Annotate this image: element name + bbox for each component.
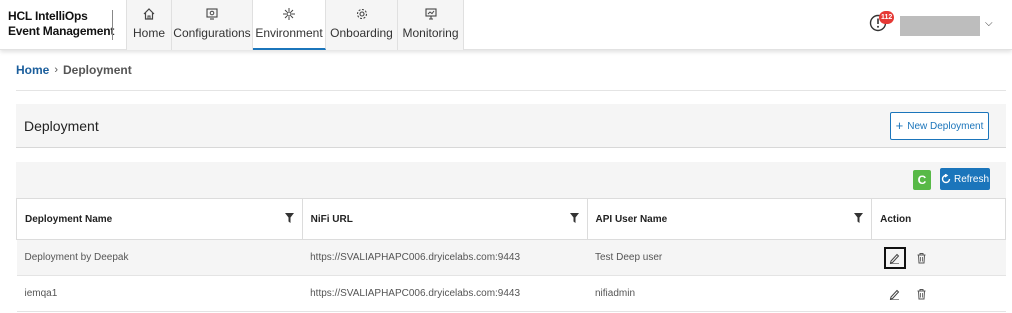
brand-logo[interactable]: HCL IntelliOps Event Management: [8, 9, 114, 39]
nav-label-onboarding: Onboarding: [330, 26, 393, 40]
cell-nifi-url: https://SVALIAPHAPC006.dryicelabs.com:94…: [302, 275, 587, 312]
trash-icon[interactable]: [916, 252, 927, 264]
column-header-deployment-name[interactable]: Deployment Name: [16, 198, 303, 240]
trash-icon[interactable]: [916, 288, 927, 300]
brand-divider: [112, 10, 113, 40]
refresh-icon: [941, 174, 951, 184]
table-header-row: Deployment Name NiFi URL API User Name A…: [16, 198, 1006, 240]
nav-label-home: Home: [132, 26, 165, 40]
monitor-icon: [424, 8, 437, 20]
breadcrumb-current: Deployment: [63, 63, 132, 77]
edit-button[interactable]: [884, 283, 906, 305]
page-title: Deployment: [24, 118, 99, 134]
filter-icon[interactable]: [569, 213, 579, 223]
user-name-redacted[interactable]: [900, 16, 980, 36]
column-header-nifi-url[interactable]: NiFi URL: [301, 198, 588, 240]
nav-item-monitoring[interactable]: Monitoring: [398, 0, 464, 50]
plus-icon: +: [895, 118, 904, 133]
cell-deployment-name: Deployment by Deepak: [16, 239, 303, 276]
table-row[interactable]: iemqa1 https://SVALIAPHAPC006.dryicelabs…: [16, 275, 1006, 312]
cell-nifi-url: https://SVALIAPHAPC006.dryicelabs.com:94…: [302, 239, 587, 276]
cell-actions: [871, 239, 1006, 276]
nav-item-environment[interactable]: Environment: [253, 0, 326, 50]
cell-actions: [871, 275, 1006, 312]
deployment-table: Deployment Name NiFi URL API User Name A…: [16, 198, 1006, 312]
breadcrumb: Home › Deployment: [16, 63, 132, 77]
breadcrumb-home[interactable]: Home: [16, 63, 49, 77]
brand-line-1: HCL IntelliOps: [8, 9, 88, 23]
nav-label-configurations: Configurations: [173, 26, 251, 40]
home-icon: [143, 8, 155, 20]
filter-icon[interactable]: [284, 213, 294, 223]
cell-api-user: nifiadmin: [587, 275, 872, 312]
new-deployment-button[interactable]: + New Deployment: [890, 112, 989, 140]
nav-label-environment: Environment: [255, 26, 323, 40]
config-icon: [206, 8, 218, 20]
refresh-button[interactable]: Refresh: [940, 168, 990, 190]
panel-header: Deployment + New Deployment: [16, 104, 1006, 148]
table-toolbar: C Refresh: [16, 162, 1006, 198]
c-button[interactable]: C: [913, 170, 931, 190]
nav-item-home[interactable]: Home: [126, 0, 172, 50]
cell-api-user: Test Deep user: [587, 239, 872, 276]
top-nav-bar: HCL IntelliOps Event Management Home Con…: [0, 0, 1012, 50]
column-label: Action: [880, 213, 912, 225]
gear-icon: [356, 8, 367, 20]
column-header-api-user-name[interactable]: API User Name: [586, 198, 873, 240]
column-header-action: Action: [871, 198, 1006, 240]
main-nav: Home Configurations Environment Onboardi…: [126, 0, 464, 50]
cell-deployment-name: iemqa1: [16, 275, 303, 312]
chevron-down-icon[interactable]: ⌵: [985, 18, 993, 29]
edit-button[interactable]: [883, 246, 906, 269]
table-row[interactable]: Deployment by Deepak https://SVALIAPHAPC…: [16, 239, 1006, 276]
brand-line-2: Event Management: [8, 24, 115, 38]
alert-count-badge: 112: [879, 11, 895, 24]
pencil-icon: [889, 289, 900, 300]
nav-item-configurations[interactable]: Configurations: [172, 0, 253, 50]
nav-label-monitoring: Monitoring: [402, 26, 459, 40]
breadcrumb-separator: ›: [54, 64, 59, 76]
nav-item-onboarding[interactable]: Onboarding: [326, 0, 398, 50]
pencil-icon: [889, 253, 900, 264]
breadcrumb-divider: [16, 90, 1006, 91]
new-deployment-label: New Deployment: [907, 120, 984, 132]
filter-icon[interactable]: [854, 213, 864, 223]
column-label: NiFi URL: [310, 213, 353, 225]
refresh-label: Refresh: [953, 173, 989, 185]
column-label: API User Name: [595, 213, 668, 225]
environment-icon: [283, 8, 295, 20]
column-label: Deployment Name: [25, 213, 113, 225]
